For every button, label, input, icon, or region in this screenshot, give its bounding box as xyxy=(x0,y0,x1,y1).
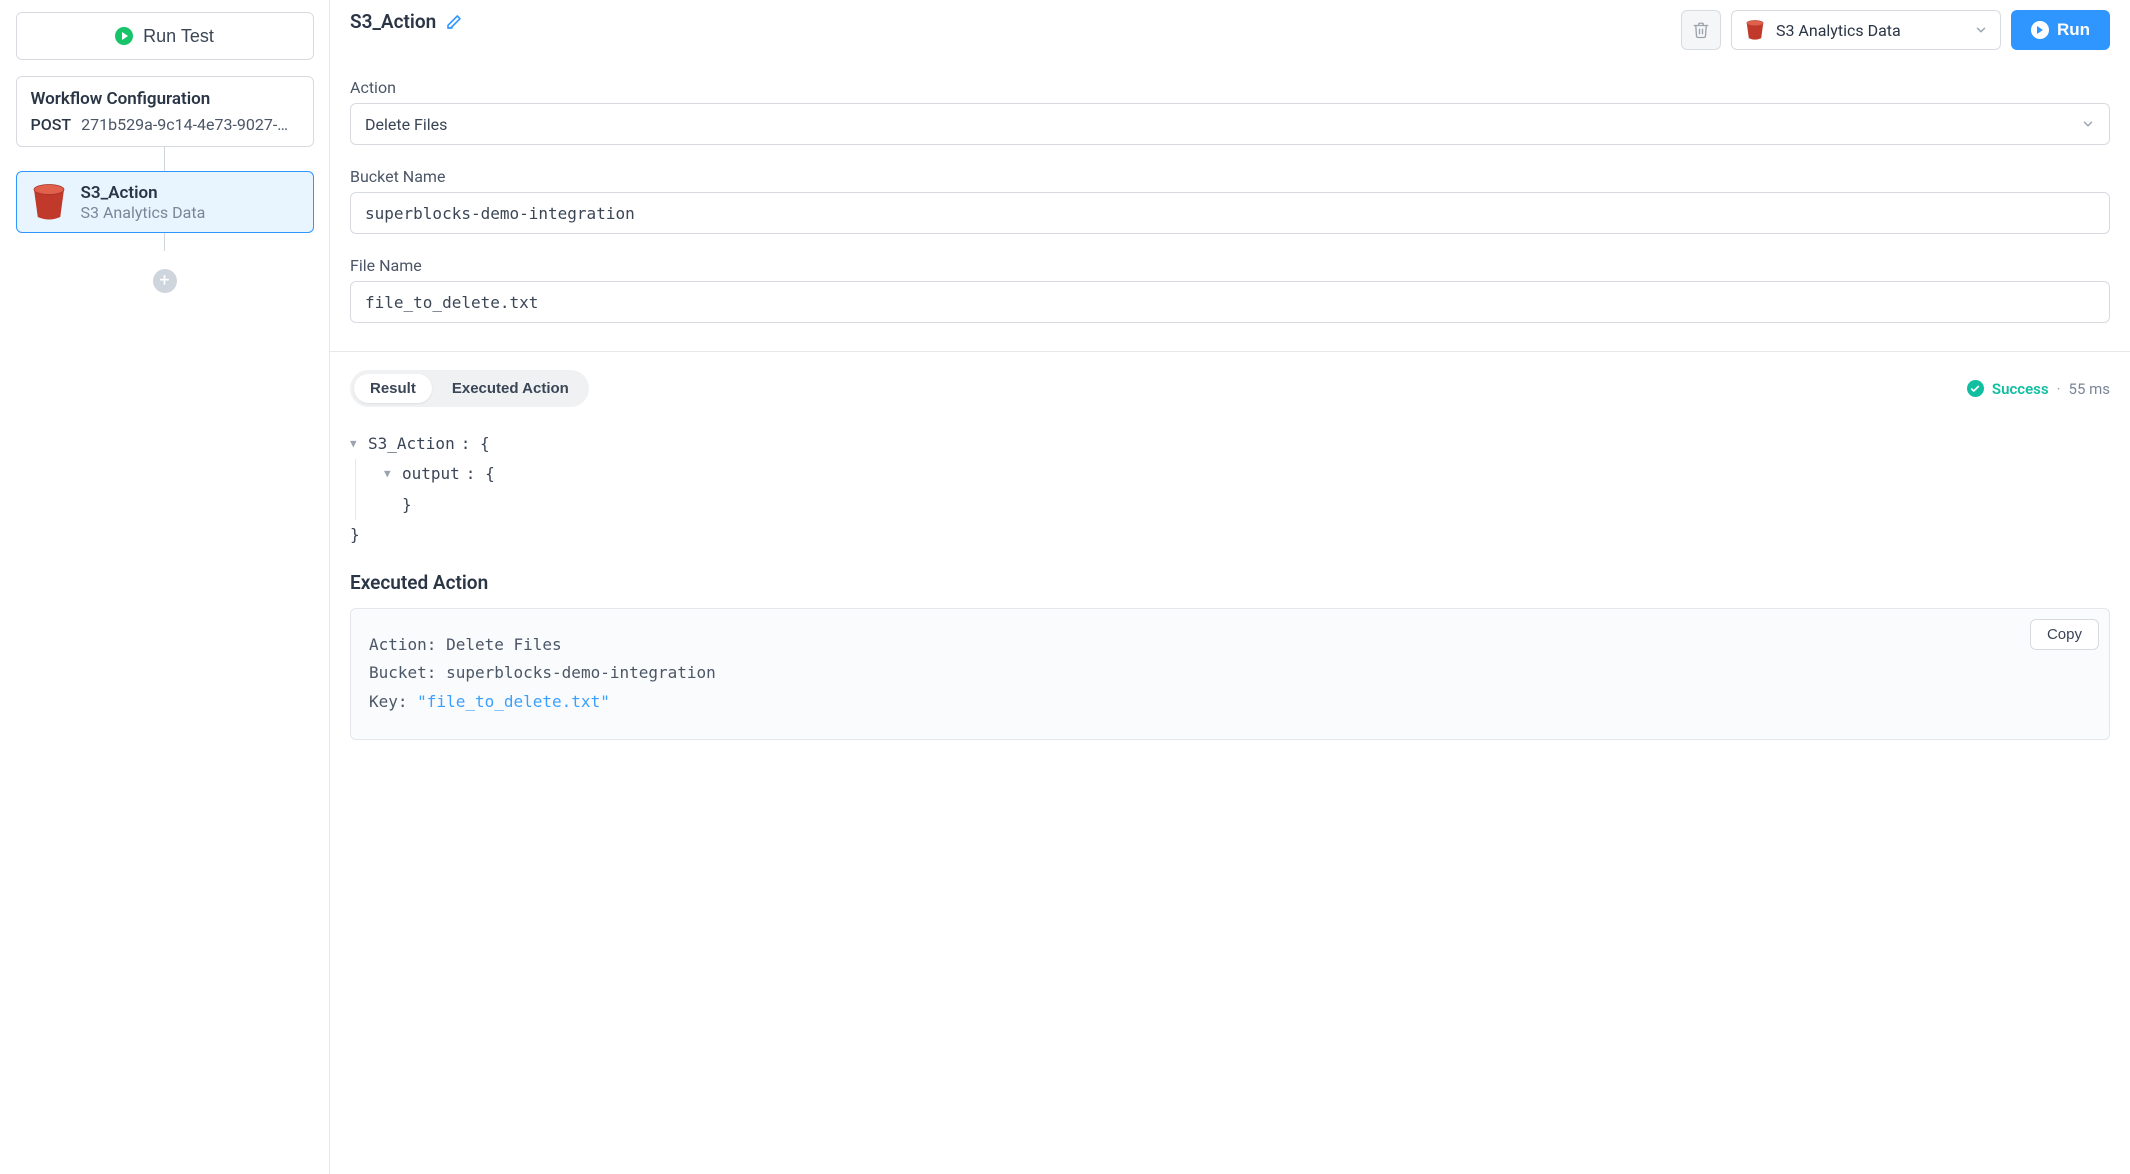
action-label: Action xyxy=(350,78,2110,97)
workflow-config-title: Workflow Configuration xyxy=(31,89,299,109)
workflow-config-card[interactable]: Workflow Configuration POST 271b529a-9c1… xyxy=(16,76,314,147)
bucket-value: superblocks-demo-integration xyxy=(365,204,635,223)
step-connector xyxy=(164,147,165,171)
executed-action-heading: Executed Action xyxy=(350,571,2110,594)
caret-down-icon: ▼ xyxy=(384,464,396,485)
tree-row[interactable]: ▼ S3_Action : { xyxy=(350,429,2110,459)
tree-row[interactable]: ▼ output : { xyxy=(384,459,2110,489)
workflow-config-endpoint: POST 271b529a-9c14-4e73-9027-… xyxy=(31,115,299,134)
action-select[interactable]: Delete Files xyxy=(350,103,2110,145)
play-icon xyxy=(115,27,133,45)
exec-key-value: "file_to_delete.txt" xyxy=(417,692,610,711)
tree-row: } xyxy=(350,520,2110,550)
http-method: POST xyxy=(31,115,72,134)
trash-icon xyxy=(1692,21,1710,39)
integration-select[interactable]: S3 Analytics Data xyxy=(1731,10,2001,50)
copy-button[interactable]: Copy xyxy=(2030,619,2099,650)
play-icon xyxy=(2031,21,2049,39)
result-tabs: Result Executed Action xyxy=(350,370,589,407)
delete-step-button[interactable] xyxy=(1681,10,1721,50)
workflow-step-s3-action[interactable]: S3_Action S3 Analytics Data xyxy=(16,171,314,233)
tab-executed-action[interactable]: Executed Action xyxy=(436,374,585,403)
step-name: S3_Action xyxy=(81,183,206,203)
file-value: file_to_delete.txt xyxy=(365,293,538,312)
file-label: File Name xyxy=(350,256,2110,275)
run-button[interactable]: Run xyxy=(2011,10,2110,50)
step-integration: S3 Analytics Data xyxy=(81,203,206,222)
bucket-label: Bucket Name xyxy=(350,167,2110,186)
result-json-tree: ▼ S3_Action : { ▼ output : { } } xyxy=(350,429,2110,551)
execution-status: Success · 55 ms xyxy=(1967,380,2110,398)
integration-selected-text: S3 Analytics Data xyxy=(1776,21,1964,40)
run-test-label: Run Test xyxy=(143,26,214,47)
caret-down-icon: ▼ xyxy=(350,434,362,455)
run-test-button[interactable]: Run Test xyxy=(16,12,314,60)
success-check-icon xyxy=(1967,380,1984,397)
plus-icon: + xyxy=(159,272,169,290)
sidebar: Run Test Workflow Configuration POST 271… xyxy=(0,0,330,1174)
status-label: Success xyxy=(1992,380,2049,398)
s3-icon xyxy=(29,182,69,222)
tree-key: output xyxy=(402,459,460,489)
file-input[interactable]: file_to_delete.txt xyxy=(350,281,2110,323)
s3-icon xyxy=(1744,19,1766,41)
step-title: S3_Action xyxy=(350,10,436,33)
bucket-input[interactable]: superblocks-demo-integration xyxy=(350,192,2110,234)
results-section: Result Executed Action Success · 55 ms ▼… xyxy=(330,351,2130,770)
run-label: Run xyxy=(2057,20,2090,40)
edit-name-icon[interactable] xyxy=(446,14,462,30)
tree-key: S3_Action xyxy=(368,429,455,459)
exec-key-line: Key: "file_to_delete.txt" xyxy=(369,688,2091,717)
action-value: Delete Files xyxy=(365,115,447,134)
exec-bucket-line: Bucket: superblocks-demo-integration xyxy=(369,659,2091,688)
status-separator: · xyxy=(2057,380,2061,398)
main-panel: S3_Action xyxy=(330,0,2130,1174)
status-time: 55 ms xyxy=(2069,380,2110,398)
step-connector xyxy=(164,233,165,251)
add-step-button[interactable]: + xyxy=(153,269,177,293)
tree-row: } xyxy=(384,490,2110,520)
chevron-down-icon xyxy=(1974,23,1988,37)
executed-action-box: Copy Action: Delete Files Bucket: superb… xyxy=(350,608,2110,740)
tab-result[interactable]: Result xyxy=(354,374,432,403)
chevron-down-icon xyxy=(2081,117,2095,131)
workflow-uuid: 271b529a-9c14-4e73-9027-… xyxy=(81,115,298,134)
exec-action-line: Action: Delete Files xyxy=(369,631,2091,660)
